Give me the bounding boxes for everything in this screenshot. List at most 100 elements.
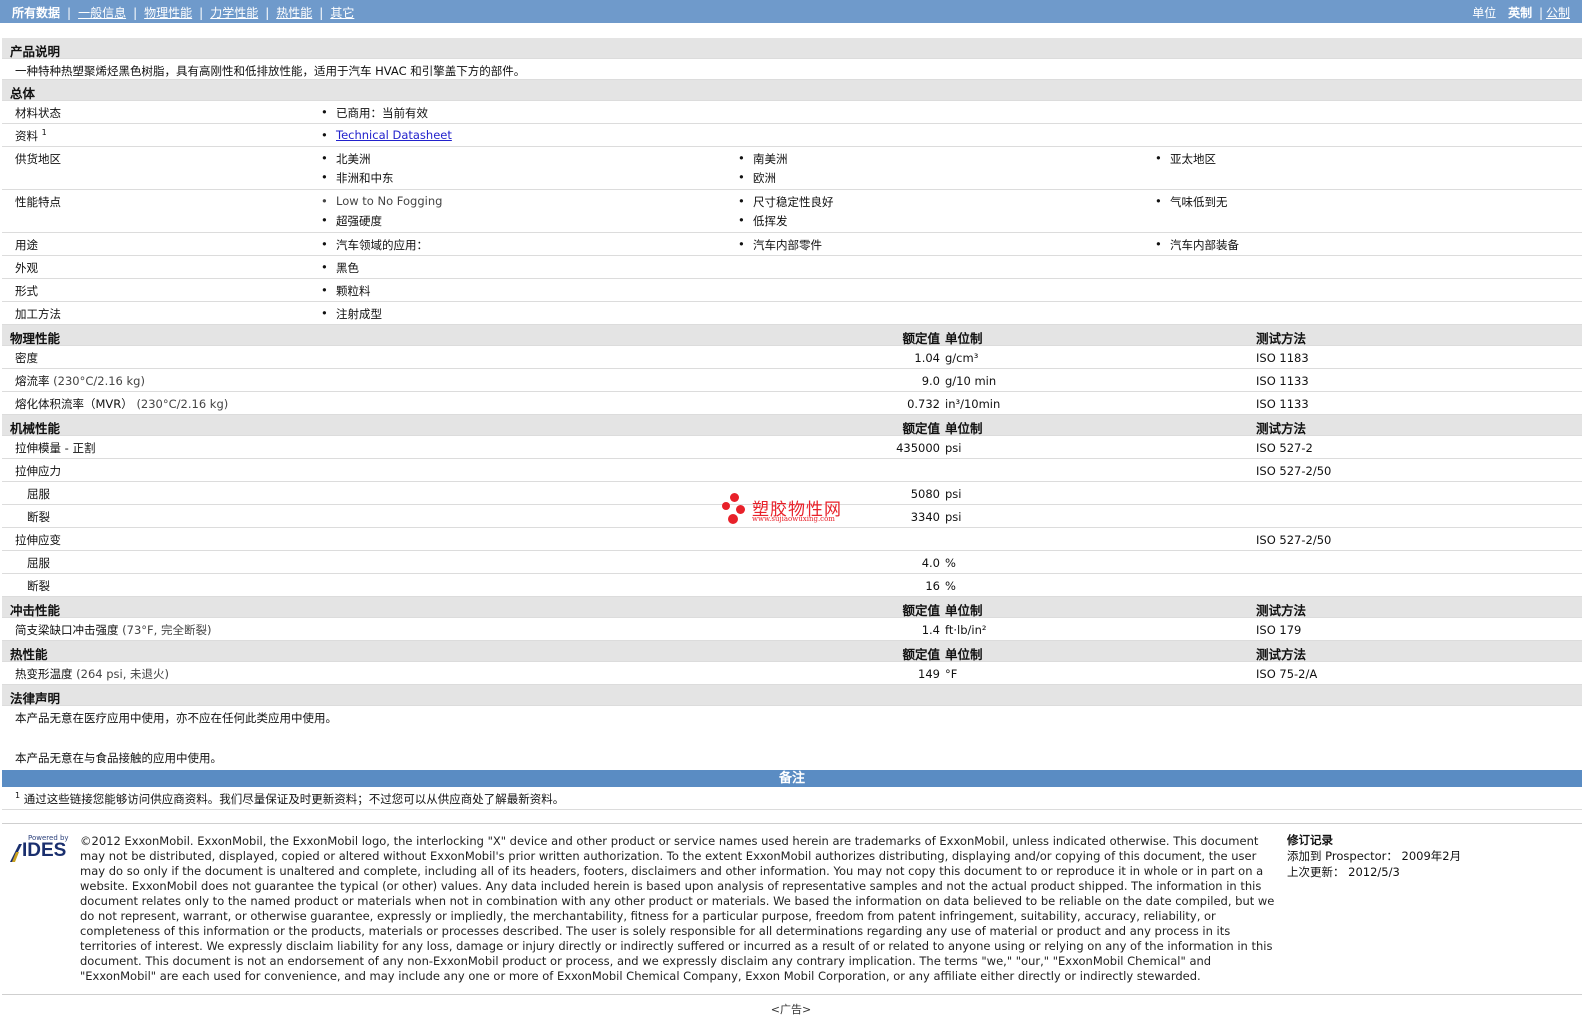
nav-separator: | [319, 6, 324, 20]
units-separator: | [1538, 6, 1543, 20]
property-name: 熔流率 [15, 374, 50, 388]
col-unit: 单位制 [945, 331, 983, 346]
property-name: 熔化体积流率（MVR） [15, 397, 133, 411]
updated-value: 2012/5/3 [1348, 865, 1400, 879]
property-method: ISO 527-2/50 [1256, 533, 1332, 547]
watermark-url: www.sujiaowuxing.com [752, 515, 835, 523]
row-value: 注射成型 [321, 306, 382, 322]
property-row: 熔流率 (230°C/2.16 kg) 9.0 g/10 min ISO 113… [2, 369, 1582, 392]
use-item: 汽车领域的应用： [321, 237, 428, 253]
footnote-number: 1 [15, 791, 21, 801]
updated-label: 上次更新： [1287, 865, 1345, 879]
row-label: 用途 [15, 238, 38, 252]
property-label: 密度 [15, 351, 38, 365]
row-appearance: 外观 黑色 [2, 256, 1582, 279]
col-nominal: 额定值 [902, 421, 940, 436]
row-features: 性能特点 Low to No Fogging 尺寸稳定性良好 气味低到无 超强硬… [2, 190, 1582, 233]
section-title: 物理性能 [10, 331, 61, 346]
region-item: 欧洲 [738, 170, 776, 186]
footer: Powered by IDES ©2012 ExxonMobil. ExxonM… [2, 823, 1582, 995]
feature-item: 气味低到无 [1155, 194, 1227, 210]
section-title: 机械性能 [10, 421, 61, 436]
region-item: 亚太地区 [1155, 151, 1216, 167]
section-header-mechanical: 机械性能 额定值 单位制 测试方法 [2, 415, 1582, 436]
nav-mechanical[interactable]: 力学性能 [210, 4, 258, 21]
documents-label: 资料 [15, 129, 38, 143]
units-metric[interactable]: 公制 [1546, 6, 1570, 20]
col-unit: 单位制 [945, 647, 983, 662]
property-unit: g/cm³ [945, 351, 979, 365]
property-method: ISO 1183 [1256, 351, 1309, 365]
property-value: 435000 [896, 441, 940, 455]
use-item: 汽车内部装备 [1155, 237, 1239, 253]
col-nominal: 额定值 [902, 331, 940, 346]
property-label: 拉伸应力 [15, 464, 61, 478]
legal-line: 本产品无意在与食品接触的应用中使用。 [15, 751, 222, 765]
row-label: 供货地区 [15, 152, 61, 166]
nav-general-info[interactable]: 一般信息 [78, 4, 126, 21]
added-label: 添加到 Prospector： [1287, 849, 1398, 863]
section-header-physical: 物理性能 额定值 单位制 测试方法 [2, 325, 1582, 346]
section-nav: 所有数据 | 一般信息 | 物理性能 | 力学性能 | 热性能 | 其它 [12, 4, 354, 21]
feature-item: 低挥发 [738, 213, 787, 229]
legal-line: 本产品无意在医疗应用中使用，亦不应在任何此类应用中使用。 [15, 711, 337, 725]
property-subrow: 屈服 4.0 % [2, 551, 1582, 574]
revision-updated: 上次更新： 2012/5/3 [1287, 864, 1461, 880]
nav-separator: | [265, 6, 270, 20]
property-unit: in³/10min [945, 397, 1001, 411]
description-text: 一种特种热塑聚烯烃黑色树脂，具有高刚性和低排放性能，适用于汽车 HVAC 和引擎… [15, 64, 526, 78]
col-unit: 单位制 [945, 603, 983, 618]
section-title: 法律声明 [10, 691, 61, 706]
nav-physical[interactable]: 物理性能 [144, 4, 192, 21]
property-method: ISO 527-2/50 [1256, 464, 1332, 478]
property-row: 简支梁缺口冲击强度 (73°F, 完全断裂) 1.4 ft·lb/in² ISO… [2, 618, 1582, 641]
use-item: 汽车内部零件 [738, 237, 822, 253]
section-title: 冲击性能 [10, 603, 61, 618]
property-label: 熔化体积流率（MVR） (230°C/2.16 kg) [15, 396, 228, 412]
row-label: 外观 [15, 261, 38, 275]
watermark-dot [722, 502, 730, 510]
property-subrow: 断裂 16 % [2, 574, 1582, 597]
footnote: 1 通过这些链接您能够访问供应商资料。我们尽量保证及时更新资料；不过您可以从供应… [2, 787, 1582, 810]
ides-logo: Powered by IDES [8, 834, 72, 866]
property-value: 9.0 [921, 374, 940, 388]
region-item: 北美洲 [321, 151, 370, 167]
watermark-logo: 塑胶物性网 www.sujiaowuxing.com [722, 493, 862, 529]
nav-separator: | [67, 6, 72, 20]
property-value: 0.732 [907, 397, 940, 411]
row-label: 加工方法 [15, 307, 61, 321]
property-method: ISO 1133 [1256, 374, 1309, 388]
ad-placeholder: <广告> [770, 1003, 812, 1016]
property-unit: % [945, 556, 956, 570]
property-value: 5080 [910, 487, 940, 501]
col-nominal: 额定值 [902, 603, 940, 618]
revision-title: 修订记录 [1287, 833, 1333, 847]
nav-thermal[interactable]: 热性能 [276, 4, 312, 21]
region-item: 南美洲 [738, 151, 787, 167]
property-value: 4.0 [921, 556, 940, 570]
datasheet: 产品说明 一种特种热塑聚烯烃黑色树脂，具有高刚性和低排放性能，适用于汽车 HVA… [2, 38, 1582, 810]
nav-separator: | [199, 6, 204, 20]
property-row: 拉伸模量 - 正割 435000 psi ISO 527-2 [2, 436, 1582, 459]
section-title: 产品说明 [10, 44, 61, 59]
property-label: 拉伸模量 - 正割 [15, 441, 96, 455]
added-value: 2009年2月 [1401, 849, 1462, 863]
property-unit: ft·lb/in² [945, 623, 987, 637]
row-value: 已商用：当前有效 [321, 105, 428, 121]
section-title: 总体 [10, 86, 36, 101]
row-documents: 资料 1 Technical Datasheet [2, 124, 1582, 147]
technical-datasheet-link[interactable]: Technical Datasheet [336, 128, 452, 142]
col-unit: 单位制 [945, 421, 983, 436]
property-name: 热变形温度 [15, 667, 73, 681]
revision-added: 添加到 Prospector： 2009年2月 [1287, 848, 1461, 864]
row-value: 黑色 [321, 260, 359, 276]
property-value: 149 [918, 667, 940, 681]
notes-header: 备注 [2, 770, 1582, 787]
logo-text: IDES [22, 840, 67, 861]
section-header-impact: 冲击性能 额定值 单位制 测试方法 [2, 597, 1582, 618]
nav-all-data[interactable]: 所有数据 [12, 4, 60, 21]
row-regions: 供货地区 北美洲 南美洲 亚太地区 非洲和中东 欧洲 [2, 147, 1582, 190]
units-imperial[interactable]: 英制 [1508, 6, 1532, 20]
units-label: 单位 [1472, 6, 1497, 20]
nav-other[interactable]: 其它 [330, 4, 354, 21]
